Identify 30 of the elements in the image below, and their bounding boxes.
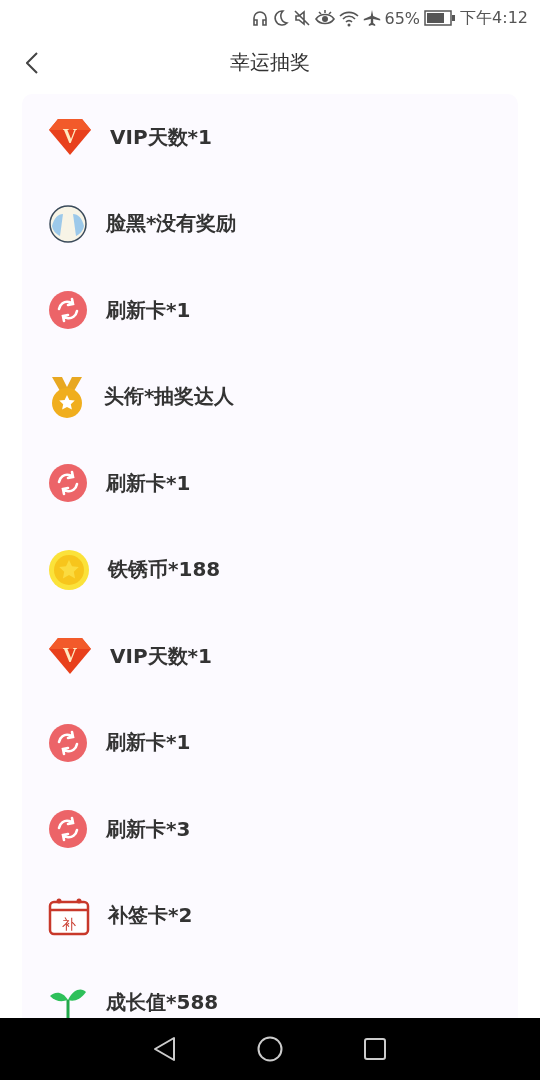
clock-time: 下午4:12	[460, 7, 528, 29]
page-title: 幸运抽奖	[230, 48, 310, 76]
crying-face-icon	[48, 203, 88, 244]
prize-label: 刷新卡*1	[106, 729, 191, 757]
prize-label: 刷新卡*1	[106, 469, 191, 497]
home-nav-button[interactable]	[257, 1036, 283, 1062]
refresh-icon	[48, 809, 88, 850]
coin-icon	[48, 548, 90, 591]
recents-nav-button[interactable]	[363, 1037, 387, 1061]
headphones-icon	[250, 9, 269, 27]
prize-label: 刷新卡*3	[106, 815, 191, 843]
refresh-icon	[48, 722, 88, 763]
back-nav-button[interactable]	[153, 1036, 177, 1062]
battery-icon	[424, 10, 457, 26]
prize-label: 刷新卡*1	[106, 296, 191, 324]
prize-label: 补签卡*2	[108, 902, 193, 930]
wifi-icon	[338, 9, 359, 27]
prize-label: 成长值*588	[106, 988, 219, 1016]
muted-speaker-icon	[292, 9, 311, 27]
refresh-icon	[48, 290, 88, 331]
battery-percent: 65%	[384, 8, 421, 28]
moon-icon	[272, 9, 289, 27]
prize-label: VIP天数*1	[110, 642, 212, 670]
airplane-icon	[362, 9, 381, 27]
prize-label: 铁锈币*188	[108, 556, 221, 584]
prize-label: 脸黑*没有奖励	[106, 210, 237, 238]
eye-icon	[314, 9, 335, 27]
prize-label: VIP天数*1	[110, 123, 212, 151]
refresh-icon	[48, 463, 88, 504]
prize-label: 头衔*抽奖达人	[104, 383, 235, 411]
